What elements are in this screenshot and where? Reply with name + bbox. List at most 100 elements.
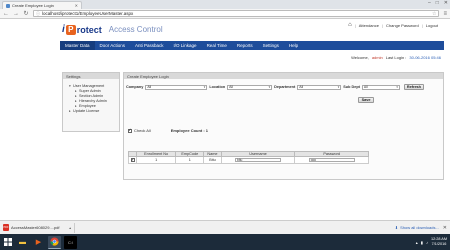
logo-subtitle: Access Control — [108, 25, 163, 34]
chrome-icon[interactable] — [48, 235, 61, 249]
department-select[interactable]: All ▾ — [297, 84, 342, 90]
username-input[interactable]: bitu — [235, 158, 282, 162]
windows-start-icon[interactable] — [3, 237, 13, 247]
row-checkbox[interactable]: ✔ — [130, 158, 135, 163]
subdept-select[interactable]: All ▾ — [361, 84, 400, 90]
browser-menu-icon[interactable]: ≡ — [443, 11, 447, 17]
location-select-value: All — [229, 85, 234, 89]
tab-close-icon[interactable]: ✕ — [75, 3, 78, 8]
nav-help[interactable]: Help — [284, 41, 303, 50]
welcome-user: admin — [371, 54, 383, 60]
empcode-cell: 1 — [175, 156, 205, 164]
name-cell: Bitu — [203, 156, 222, 164]
minimize-button[interactable]: – — [428, 0, 431, 6]
enrollment-cell: 1 — [135, 156, 177, 164]
main-nav: Master Data Door Actions Anti Passback I… — [60, 41, 444, 50]
separator: | — [421, 22, 423, 28]
volume-icon[interactable]: ♪ — [426, 240, 428, 245]
password-cell: •••••• — [294, 156, 369, 164]
sidebar-item-label: User Management — [73, 83, 105, 88]
show-all-downloads-link[interactable]: ⬇ Show all downloads... — [395, 225, 439, 230]
download-shelf: PDF AccessMaster608029....pdf ▴ ⬇ Show a… — [0, 220, 450, 234]
tab-title: Create Employee Login — [12, 3, 54, 8]
table-row: ✔ 1 1 Bitu bitu •••••• — [128, 156, 369, 164]
logout-link[interactable]: Logout — [426, 23, 438, 28]
check-all-label: Check All — [134, 128, 151, 133]
clock-date: 7/1/2016 — [431, 242, 447, 246]
department-select-value: All — [299, 85, 304, 89]
sidebar-item-label: Section Admin — [79, 93, 104, 98]
filter-row: Company All ▾ Location All ▾ Department … — [126, 83, 442, 91]
header-links: ⌂ | Attendance | Change Password | Logou… — [348, 22, 438, 28]
separator: | — [354, 22, 356, 28]
last-login-label: Last Login : — [385, 54, 407, 60]
location-select[interactable]: All ▾ — [227, 84, 273, 90]
logo-text: rotect — [76, 24, 102, 35]
logo-p-badge: P — [65, 24, 76, 35]
chevron-up-icon[interactable]: ▴ — [69, 226, 71, 230]
logo-i: i — [62, 24, 65, 35]
attendance-link[interactable]: Attendance — [359, 23, 379, 28]
close-shelf-icon[interactable]: ✕ — [443, 225, 447, 231]
refresh-button[interactable]: Refresh — [403, 84, 424, 90]
home-icon[interactable]: ⌂ — [348, 22, 352, 28]
nav-real-time[interactable]: Real Time — [202, 41, 232, 50]
settings-tree: ▾ User Management ▸ Super Admin ▸ Sectio… — [63, 79, 119, 113]
download-item[interactable]: PDF AccessMaster608029....pdf ▴ — [3, 222, 75, 233]
nav-reports[interactable]: Reports — [232, 41, 258, 50]
separator: | — [381, 22, 384, 28]
close-window-button[interactable]: ✕ — [444, 0, 448, 6]
expand-arrow-icon: ▸ — [69, 108, 71, 113]
save-button[interactable]: Save — [358, 97, 374, 103]
nav-master-data[interactable]: Master Data — [60, 41, 95, 50]
company-label: Company — [126, 85, 144, 89]
nav-settings[interactable]: Settings — [258, 41, 284, 50]
system-tray: ▴ ▮ ♪ 12:28 AM 7/1/2016 — [416, 237, 447, 247]
maximize-button[interactable]: □ — [436, 0, 439, 6]
chevron-down-icon: ▾ — [268, 85, 271, 89]
windows-taskbar: ▬ ▶ C:\ ▴ ▮ ♪ 12:28 AM 7/1/2016 — [0, 234, 450, 250]
username-cell: bitu — [220, 156, 296, 164]
check-all-checkbox[interactable]: ✔ — [128, 128, 132, 133]
browser-tab[interactable]: Create Employee Login ✕ — [2, 1, 82, 9]
check-all-row: ✔ Check All Employee Count : 1 — [128, 128, 208, 133]
network-icon[interactable]: ▮ — [421, 240, 423, 245]
bullet-arrow-icon: ▸ — [75, 103, 77, 108]
page-favicon-icon — [6, 3, 10, 8]
nav-io-linkage[interactable]: I/O Linkage — [169, 41, 202, 50]
subdept-select-value: All — [363, 85, 368, 89]
employee-count: Employee Count : 1 — [170, 128, 209, 133]
page-info-icon[interactable]: ⓘ — [36, 11, 40, 17]
nav-anti-passback[interactable]: Anti Passback — [130, 41, 169, 50]
password-input[interactable]: •••••• — [308, 158, 355, 162]
department-label: Department — [274, 85, 296, 89]
reload-icon[interactable]: ↻ — [23, 10, 29, 17]
pdf-file-icon: PDF — [3, 224, 9, 231]
chevron-down-icon: ▾ — [203, 85, 206, 89]
last-login-value: 30-06-2016 05:46 — [409, 54, 441, 60]
sidebar-item-update-license[interactable]: ▸ Update License — [69, 108, 116, 113]
nav-door-actions[interactable]: Door Actions — [95, 41, 131, 50]
employee-table: Enrollment No EmpCode Name Username Pass… — [128, 151, 369, 164]
sidebar-item-label: Employee — [79, 103, 96, 108]
expand-arrow-icon: ▾ — [69, 83, 71, 88]
tray-arrow-icon[interactable]: ▴ — [416, 240, 418, 245]
company-select-value: All — [147, 85, 152, 89]
company-select[interactable]: All ▾ — [145, 84, 208, 90]
clock[interactable]: 12:28 AM 7/1/2016 — [431, 237, 447, 247]
window-controls: – □ ✕ — [428, 0, 448, 6]
address-bar[interactable]: ⓘ localhost/iprotect1/EmployeeUserMaster… — [33, 10, 440, 17]
settings-sidebar: Settings ▾ User Management ▸ Super Admin… — [62, 72, 120, 132]
url-text: localhost/iprotect1/EmployeeUserMaster.a… — [42, 11, 134, 16]
iprotect-logo: i P rotect Access Control — [62, 24, 163, 35]
media-player-icon[interactable]: ▶ — [32, 236, 45, 249]
back-arrow-icon[interactable]: ← — [3, 11, 9, 17]
forward-arrow-icon[interactable]: → — [13, 11, 19, 17]
welcome-prefix: Welcome, — [351, 54, 369, 60]
change-password-link[interactable]: Change Password — [386, 23, 419, 28]
create-employee-login-panel: Create Employee Login Company All ▾ Loca… — [123, 72, 444, 180]
bookmark-star-icon[interactable]: ☆ — [432, 11, 436, 17]
command-prompt-icon[interactable]: C:\ — [64, 235, 77, 249]
table-header-row: Enrollment No EmpCode Name Username Pass… — [128, 151, 369, 157]
file-explorer-icon[interactable]: ▬ — [16, 236, 29, 249]
